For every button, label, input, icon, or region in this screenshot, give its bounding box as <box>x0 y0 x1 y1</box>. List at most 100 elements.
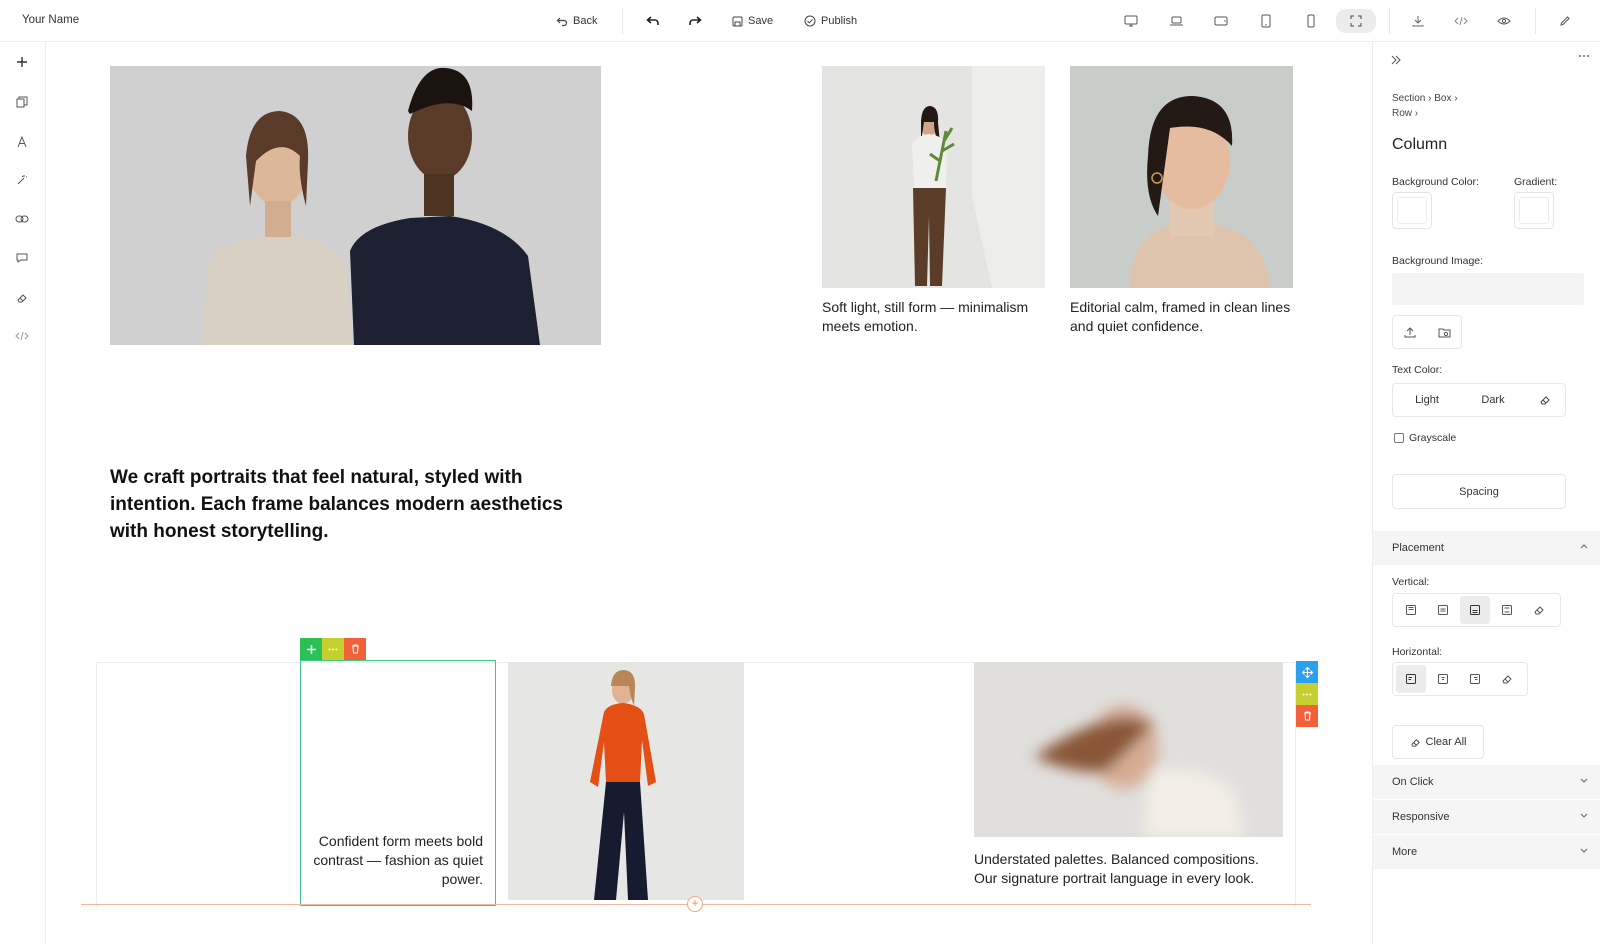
spacing-button[interactable]: Spacing <box>1392 474 1566 509</box>
background-image-label: Background Image: <box>1392 255 1484 267</box>
desktop-view-button[interactable] <box>1121 11 1141 31</box>
collapse-panel-button[interactable] <box>1390 54 1404 68</box>
placement-section-header[interactable]: Placement <box>1373 531 1600 565</box>
more-dots-icon <box>1302 693 1312 695</box>
align-left-button[interactable] <box>1396 665 1426 693</box>
publish-button[interactable]: Publish <box>804 12 857 30</box>
save-button[interactable]: Save <box>732 12 773 30</box>
browse-folder-button[interactable] <box>1427 316 1461 348</box>
tablet-portrait-view-button[interactable] <box>1256 11 1276 31</box>
page-canvas: Soft light, still form — minimalism meet… <box>47 42 1371 944</box>
orange-turtleneck-fashion-image[interactable] <box>508 662 744 900</box>
magic-wand-icon <box>17 175 27 185</box>
background-image-preview[interactable] <box>1392 273 1584 305</box>
delete-row-button[interactable] <box>1296 705 1318 727</box>
align-right-button[interactable] <box>1460 665 1490 693</box>
eye-icon <box>1497 17 1511 25</box>
trash-icon <box>1303 711 1311 721</box>
text-color-dark[interactable]: Dark <box>1461 394 1525 406</box>
laptop-icon <box>1169 16 1183 26</box>
more-dots-icon <box>1579 55 1589 57</box>
caption-understated-palettes: Understated palettes. Balanced compositi… <box>974 851 1259 886</box>
mobile-icon <box>1307 14 1315 28</box>
properties-panel: Section › Box › Row › Column Background … <box>1372 42 1600 944</box>
row-options-button[interactable] <box>1296 683 1318 705</box>
align-middle-button[interactable] <box>1428 596 1458 624</box>
laptop-view-button[interactable] <box>1166 11 1186 31</box>
mobile-view-button[interactable] <box>1301 11 1321 31</box>
tablet-landscape-view-button[interactable] <box>1211 11 1231 31</box>
panel-title: Column <box>1392 136 1448 153</box>
chevron-up-icon <box>1579 541 1589 551</box>
download-icon <box>1412 16 1424 27</box>
breadcrumb-section[interactable]: Section <box>1392 93 1425 104</box>
gradient-label: Gradient: <box>1514 176 1558 188</box>
align-bottom-icon <box>1470 605 1480 615</box>
clear-all-button[interactable]: Clear All <box>1392 725 1484 759</box>
intro-headline: We craft portraits that feel natural, st… <box>110 467 563 542</box>
turtleneck-portrait-image[interactable] <box>1070 66 1293 288</box>
motion-blur-portrait-image[interactable] <box>974 662 1283 837</box>
align-stretch-icon <box>1502 605 1512 615</box>
text-color-light[interactable]: Light <box>1393 394 1461 406</box>
column-options-button[interactable] <box>322 638 344 660</box>
caption-soft-light: Soft light, still form — minimalism meet… <box>822 299 1029 334</box>
align-center-button[interactable] <box>1428 665 1458 693</box>
woman-with-plant-image[interactable] <box>822 66 1045 288</box>
move-arrows-icon <box>1301 666 1313 678</box>
links-button[interactable] <box>12 209 32 229</box>
plus-icon <box>17 57 27 67</box>
upload-image-button[interactable] <box>1393 316 1427 348</box>
undo-button[interactable] <box>643 11 663 31</box>
eraser-icon <box>1502 675 1512 684</box>
toolbar-divider <box>1389 8 1390 34</box>
eraser-icon <box>1534 606 1544 615</box>
download-button[interactable] <box>1408 11 1428 31</box>
clear-horizontal-button[interactable] <box>1492 665 1522 693</box>
add-column-button[interactable] <box>300 638 322 660</box>
undo-icon <box>646 16 659 25</box>
responsive-section-header[interactable]: Responsive <box>1373 800 1600 834</box>
grayscale-checkbox[interactable] <box>1394 433 1404 443</box>
align-top-button[interactable] <box>1396 596 1426 624</box>
add-section-button[interactable]: + <box>687 896 703 912</box>
breadcrumb-row[interactable]: Row <box>1392 108 1412 119</box>
text-color-clear[interactable] <box>1525 394 1565 406</box>
trash-icon <box>351 644 359 654</box>
gradient-swatch[interactable] <box>1514 192 1554 229</box>
custom-code-button[interactable] <box>12 326 32 346</box>
breadcrumb-box[interactable]: Box <box>1434 93 1451 104</box>
vertical-alignment-group <box>1392 593 1561 627</box>
magic-wand-button[interactable] <box>12 170 32 190</box>
back-label: Back <box>573 15 598 27</box>
typography-button[interactable] <box>12 132 32 152</box>
eraser-button[interactable] <box>12 288 32 308</box>
copy-icon <box>16 96 28 108</box>
folder-search-icon <box>1438 328 1450 337</box>
redo-button[interactable] <box>685 11 705 31</box>
background-color-swatch[interactable] <box>1392 192 1432 229</box>
on-click-section-header[interactable]: On Click <box>1373 765 1600 799</box>
couple-portrait-image[interactable] <box>110 66 601 345</box>
edit-button[interactable] <box>1555 11 1575 31</box>
undo-arrow-icon <box>556 15 568 27</box>
code-view-button[interactable] <box>1451 11 1471 31</box>
delete-column-button[interactable] <box>344 638 366 660</box>
move-row-button[interactable] <box>1296 661 1318 683</box>
pages-button[interactable] <box>12 92 32 112</box>
comments-button[interactable] <box>12 248 32 268</box>
save-label: Save <box>748 15 774 27</box>
panel-menu-button[interactable] <box>1578 54 1592 68</box>
align-stretch-button[interactable] <box>1492 596 1522 624</box>
fullscreen-view-button[interactable] <box>1336 9 1376 33</box>
text-color-label: Text Color: <box>1392 364 1443 376</box>
add-element-button[interactable] <box>12 52 32 72</box>
back-button[interactable]: Back <box>556 12 597 30</box>
plus-icon: + <box>691 896 699 910</box>
more-section-header[interactable]: More <box>1373 835 1600 869</box>
save-icon <box>732 16 743 27</box>
align-bottom-button[interactable] <box>1460 596 1490 624</box>
clear-vertical-button[interactable] <box>1524 596 1554 624</box>
eraser-icon <box>17 294 27 303</box>
preview-button[interactable] <box>1494 11 1514 31</box>
